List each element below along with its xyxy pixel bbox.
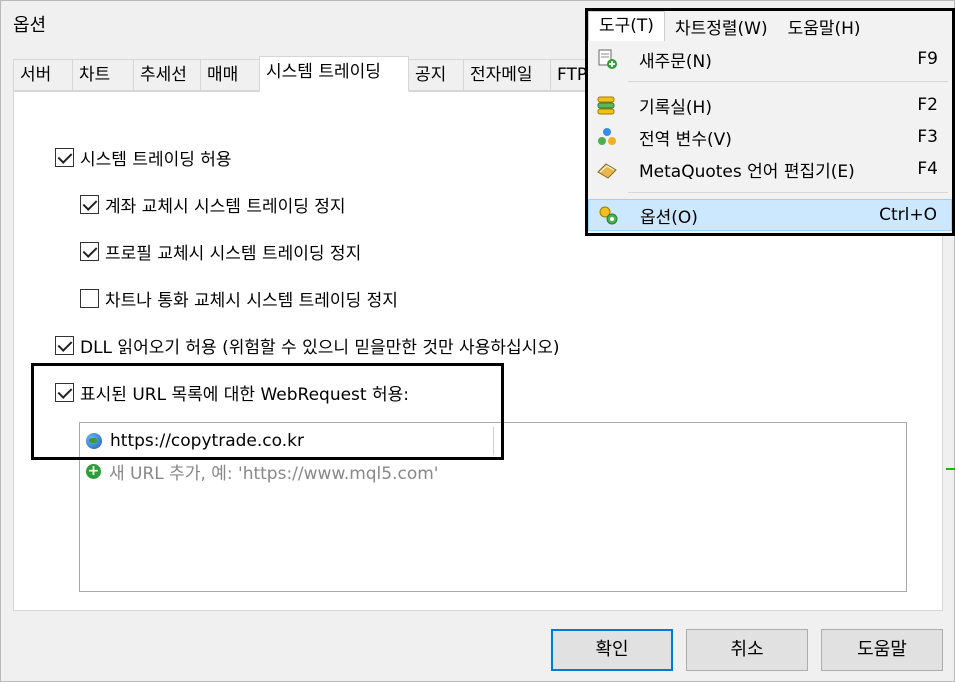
menu-item-shortcut: Ctrl+O bbox=[879, 205, 937, 225]
highlight-box bbox=[31, 363, 504, 460]
menu-separator bbox=[628, 192, 948, 193]
stop-on-chart-checkbox[interactable]: 차트나 통화 교체시 시스템 트레이딩 정지 bbox=[80, 286, 398, 311]
tab-objects[interactable]: 추세선 bbox=[133, 59, 201, 91]
allow-dll-checkbox[interactable]: DLL 읽어오기 허용 (위험할 수 있으니 믿을만한 것만 사용하십시오) bbox=[55, 333, 560, 358]
stop-on-profile-label: 프로필 교체시 시스템 트레이딩 정지 bbox=[105, 244, 362, 264]
cancel-button[interactable]: 취소 bbox=[686, 629, 808, 671]
new-order-icon bbox=[598, 49, 617, 69]
dialog-title: 옵션 bbox=[13, 15, 47, 36]
tab-charts[interactable]: 차트 bbox=[72, 59, 134, 91]
add-url-placeholder: 새 URL 추가, 예: 'https://www.mql5.com' bbox=[109, 464, 439, 484]
menu-item-metaeditor[interactable]: MetaQuotes 언어 편집기(E) F4 bbox=[588, 153, 952, 185]
menu-item-label: 전역 변수(V) bbox=[639, 129, 732, 150]
tab-server[interactable]: 서버 bbox=[13, 59, 73, 91]
menu-item-global-variables[interactable]: 전역 변수(V) F3 bbox=[588, 121, 952, 153]
menu-tools[interactable]: 도구(T) bbox=[588, 11, 665, 41]
menu-item-history-center[interactable]: 기록실(H) F2 bbox=[588, 89, 952, 121]
add-url-row[interactable]: + 새 URL 추가, 예: 'https://www.mql5.com' bbox=[80, 459, 438, 484]
menu-item-shortcut: F3 bbox=[917, 127, 938, 147]
checkbox-box[interactable] bbox=[80, 195, 99, 214]
metaeditor-icon bbox=[597, 163, 617, 179]
chart-indicator bbox=[946, 468, 955, 470]
options-icon bbox=[599, 206, 618, 225]
menu-separator bbox=[628, 81, 948, 82]
menu-item-label: MetaQuotes 언어 편집기(E) bbox=[639, 161, 855, 182]
allow-dll-label: DLL 읽어오기 허용 (위험할 수 있으니 믿을만한 것만 사용하십시오) bbox=[80, 338, 560, 358]
menu-item-shortcut: F4 bbox=[917, 159, 938, 179]
add-icon: + bbox=[86, 463, 101, 479]
checkbox-box[interactable] bbox=[55, 336, 74, 355]
checkbox-box[interactable] bbox=[55, 148, 74, 167]
checkbox-box[interactable] bbox=[80, 289, 99, 308]
menu-item-shortcut: F9 bbox=[917, 49, 938, 69]
allow-algo-checkbox[interactable]: 시스템 트레이딩 허용 bbox=[55, 145, 232, 170]
checkbox-box[interactable] bbox=[80, 242, 99, 261]
global-variables-icon bbox=[598, 128, 616, 145]
stop-on-profile-checkbox[interactable]: 프로필 교체시 시스템 트레이딩 정지 bbox=[80, 239, 361, 264]
menu-item-label: 기록실(H) bbox=[639, 97, 712, 118]
ok-button[interactable]: 확인 bbox=[551, 629, 673, 671]
tab-trade[interactable]: 매매 bbox=[200, 59, 260, 91]
menu-item-shortcut: F2 bbox=[917, 95, 938, 115]
menu-help[interactable]: 도움말(H) bbox=[778, 14, 871, 39]
menu-bar: 도구(T) 차트정렬(W) 도움말(H) bbox=[588, 11, 952, 41]
menu-item-options[interactable]: 옵션(O) Ctrl+O bbox=[588, 199, 952, 231]
stop-on-account-checkbox[interactable]: 계좌 교체시 시스템 트레이딩 정지 bbox=[80, 192, 346, 217]
menu-charts[interactable]: 차트정렬(W) bbox=[665, 14, 778, 39]
tab-email[interactable]: 전자메일 bbox=[463, 59, 551, 91]
tab-expert-advisors[interactable]: 시스템 트레이딩 bbox=[259, 56, 409, 92]
menu-item-new-order[interactable]: 새주문(N) F9 bbox=[588, 43, 952, 75]
allow-algo-label: 시스템 트레이딩 허용 bbox=[80, 150, 232, 170]
menu-item-label: 옵션(O) bbox=[640, 207, 698, 228]
tab-events[interactable]: 공지 bbox=[408, 59, 464, 91]
stop-on-chart-label: 차트나 통화 교체시 시스템 트레이딩 정지 bbox=[105, 291, 398, 311]
menu-item-label: 새주문(N) bbox=[639, 51, 712, 72]
stop-on-account-label: 계좌 교체시 시스템 트레이딩 정지 bbox=[105, 197, 346, 217]
help-button[interactable]: 도움말 bbox=[821, 629, 943, 671]
history-center-icon bbox=[597, 96, 615, 115]
tools-menu-overlay: 도구(T) 차트정렬(W) 도움말(H) 새주문(N) F9 기록실(H) F2… bbox=[585, 8, 955, 236]
